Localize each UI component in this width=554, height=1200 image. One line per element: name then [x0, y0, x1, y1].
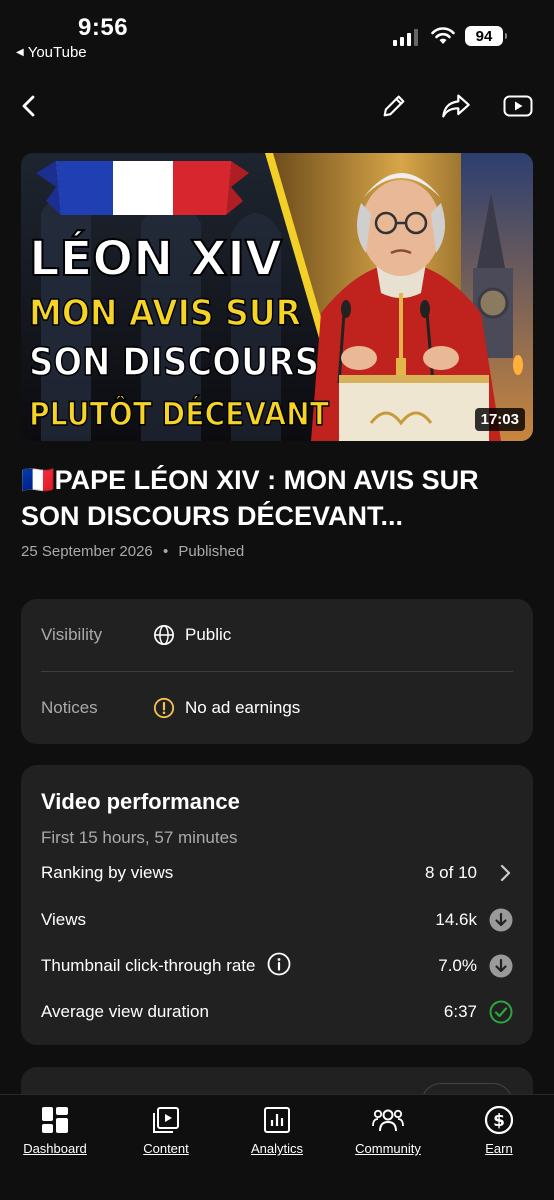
- ctr-row: Thumbnail click-through rate 7.0%: [41, 951, 513, 981]
- duration-badge: 17:03: [474, 408, 525, 431]
- nav-dashboard[interactable]: Dashboard: [0, 1103, 110, 1156]
- content-icon: [152, 1103, 180, 1137]
- avg-duration-row: Average view duration 6:37: [41, 997, 513, 1027]
- open-in-youtube-button[interactable]: [498, 86, 538, 126]
- visibility-row[interactable]: Visibility Public: [41, 599, 513, 671]
- nav-content-label: Content: [143, 1141, 189, 1156]
- visibility-value: Public: [185, 625, 232, 644]
- arrow-down-icon: [477, 954, 513, 978]
- ranking-value: 8 of 10: [425, 863, 477, 882]
- wifi-icon: [430, 26, 456, 51]
- cellular-signal-icon: [393, 28, 418, 46]
- views-row: Views 14.6k: [41, 905, 513, 935]
- nav-analytics[interactable]: Analytics: [222, 1103, 332, 1156]
- notices-row[interactable]: Notices No ad earnings: [41, 672, 513, 744]
- dashboard-icon: [41, 1103, 69, 1137]
- france-flag-icon: 🇫🇷: [21, 465, 55, 495]
- visibility-label: Visibility: [41, 625, 103, 644]
- back-arrow-icon: [22, 95, 35, 117]
- share-button[interactable]: [436, 86, 476, 126]
- chevron-right-icon: [477, 864, 513, 882]
- arrow-down-icon: [477, 908, 513, 932]
- status-bar: 9:56 ◀ YouTube 94: [0, 0, 554, 70]
- thumbnail-illustration: LÉON XIV MON AVIS SUR SON DISCOURS PLUTÔ…: [21, 153, 533, 441]
- meta-separator: •: [162, 543, 169, 560]
- details-card: Visibility Public Notices No ad earnings: [21, 599, 533, 744]
- nav-community[interactable]: Community: [333, 1103, 443, 1156]
- video-meta: 25 September 2026 • Published: [21, 543, 244, 560]
- performance-subtitle: First 15 hours, 57 minutes: [41, 828, 238, 847]
- video-title-text: PAPE LÉON XIV : MON AVIS SUR SON DISCOUR…: [21, 465, 479, 531]
- video-performance-card: Video performance First 15 hours, 57 min…: [21, 765, 533, 1045]
- info-icon[interactable]: [267, 952, 291, 981]
- performance-title: Video performance: [41, 789, 240, 814]
- ranking-label: Ranking by views: [41, 863, 174, 882]
- notices-value: No ad earnings: [185, 698, 301, 717]
- top-app-bar: [0, 82, 554, 128]
- publish-date: 25 September 2026: [21, 543, 153, 560]
- community-icon: [372, 1103, 404, 1137]
- back-to-app-link[interactable]: ◀ YouTube: [16, 44, 87, 61]
- views-value: 14.6k: [435, 910, 477, 929]
- publish-status: Published: [178, 543, 245, 560]
- pencil-icon: [383, 95, 405, 117]
- check-circle-icon: [477, 1000, 513, 1024]
- thumbnail-text-line3: SON DISCOURS: [29, 340, 319, 384]
- views-label: Views: [41, 910, 87, 929]
- globe-icon: [153, 624, 185, 646]
- thumbnail-text-line2: MON AVIS SUR: [29, 293, 301, 334]
- video-title: 🇫🇷PAPE LÉON XIV : MON AVIS SUR SON DISCO…: [21, 462, 533, 534]
- avg-duration-value: 6:37: [443, 1002, 477, 1021]
- back-triangle-icon: ◀: [16, 47, 24, 58]
- edit-button[interactable]: [374, 86, 414, 126]
- status-time: 9:56: [78, 14, 129, 41]
- notices-label: Notices: [41, 698, 98, 717]
- share-arrow-icon: [442, 94, 470, 118]
- warning-icon: [153, 697, 185, 719]
- nav-dashboard-label: Dashboard: [23, 1141, 87, 1156]
- avg-duration-label: Average view duration: [41, 1002, 209, 1021]
- svg-text:$: $: [493, 1111, 505, 1131]
- back-app-label: YouTube: [27, 44, 87, 61]
- ctr-label: Thumbnail click-through rate: [41, 956, 256, 975]
- thumbnail-text-line1: LÉON XIV: [29, 230, 282, 287]
- nav-content[interactable]: Content: [111, 1103, 221, 1156]
- back-button[interactable]: [10, 86, 50, 126]
- nav-earn[interactable]: $ Earn: [444, 1103, 554, 1156]
- youtube-play-icon: [503, 95, 533, 117]
- nav-analytics-label: Analytics: [250, 1141, 304, 1156]
- earn-icon: $: [484, 1103, 514, 1137]
- video-thumbnail[interactable]: LÉON XIV MON AVIS SUR SON DISCOURS PLUTÔ…: [21, 153, 533, 441]
- ctr-label-group: Thumbnail click-through rate: [41, 952, 438, 981]
- battery-indicator: 94: [465, 26, 507, 46]
- nav-earn-label: Earn: [485, 1141, 513, 1156]
- analytics-icon: [263, 1103, 291, 1137]
- bottom-navigation: Dashboard Content Analytics Community $ …: [0, 1094, 554, 1200]
- ranking-row[interactable]: Ranking by views 8 of 10: [41, 858, 513, 888]
- ctr-value: 7.0%: [438, 956, 477, 975]
- nav-community-label: Community: [355, 1141, 421, 1156]
- thumbnail-text-line4: PLUTÔT DÉCEVANT: [29, 394, 329, 433]
